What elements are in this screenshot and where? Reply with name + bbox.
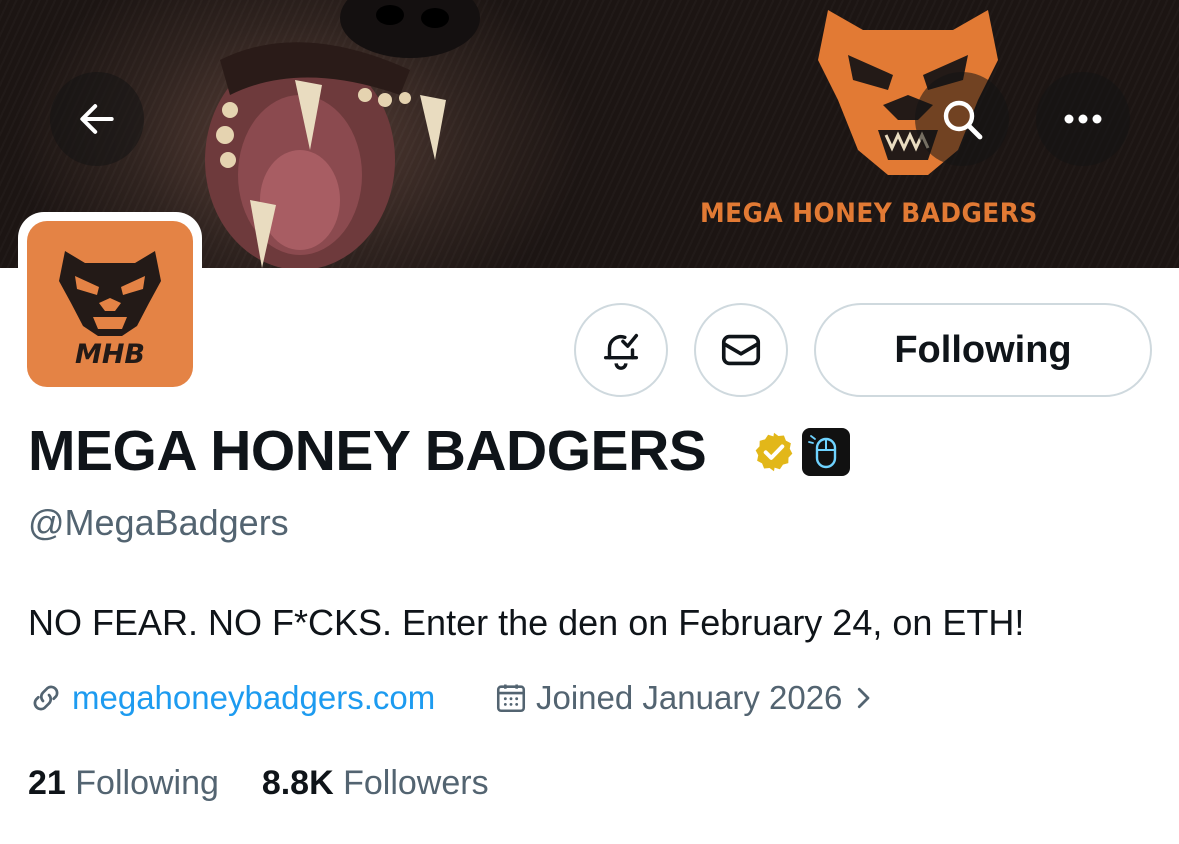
followers-label: Followers (343, 764, 489, 802)
search-button[interactable] (915, 72, 1009, 166)
verified-badge-icon[interactable] (752, 430, 796, 474)
joined-date[interactable]: Joined January 2026 (494, 676, 886, 720)
more-options-button[interactable] (1036, 72, 1130, 166)
search-icon (943, 100, 983, 140)
following-button[interactable]: Following (814, 303, 1152, 397)
message-button[interactable] (694, 303, 788, 397)
website-link[interactable]: megahoneybadgers.com (28, 676, 435, 720)
envelope-icon (721, 334, 761, 366)
affiliate-badge[interactable] (802, 428, 850, 476)
avatar[interactable]: MHB (18, 212, 202, 396)
avatar-text: MHB (75, 339, 145, 370)
notifications-button[interactable] (574, 303, 668, 397)
joined-text: Joined January 2026 (536, 679, 843, 716)
badger-photo (205, 0, 480, 268)
badger-logo-small: MHB (59, 251, 161, 370)
banner-brand-title: MEGA HONEY BADGERS (700, 198, 1038, 229)
followers-stat[interactable]: 8.8K Followers (262, 764, 489, 802)
bell-check-icon (603, 333, 639, 370)
following-count: 21 (28, 764, 66, 802)
followers-count: 8.8K (261, 764, 334, 802)
arrow-left-icon (80, 104, 114, 134)
display-name: MEGA HONEY BADGERS (28, 419, 707, 483)
following-label: Following (75, 764, 219, 802)
profile-bio: NO FEAR. NO F*CKS. Enter the den on Febr… (28, 602, 1025, 643)
website-text[interactable]: megahoneybadgers.com (72, 679, 435, 717)
link-icon (33, 685, 59, 711)
back-button[interactable] (50, 72, 144, 166)
mouse-icon (808, 435, 837, 469)
more-horizontal-icon (1064, 114, 1102, 124)
following-stat[interactable]: 21 Following (28, 764, 219, 802)
profile-handle: @MegaBadgers (28, 502, 289, 543)
chevron-right-icon (858, 687, 870, 709)
follow-stats: 21 Following 8.8K Followers (28, 764, 489, 803)
calendar-icon (496, 684, 526, 713)
avatar-image: MHB (27, 221, 193, 387)
